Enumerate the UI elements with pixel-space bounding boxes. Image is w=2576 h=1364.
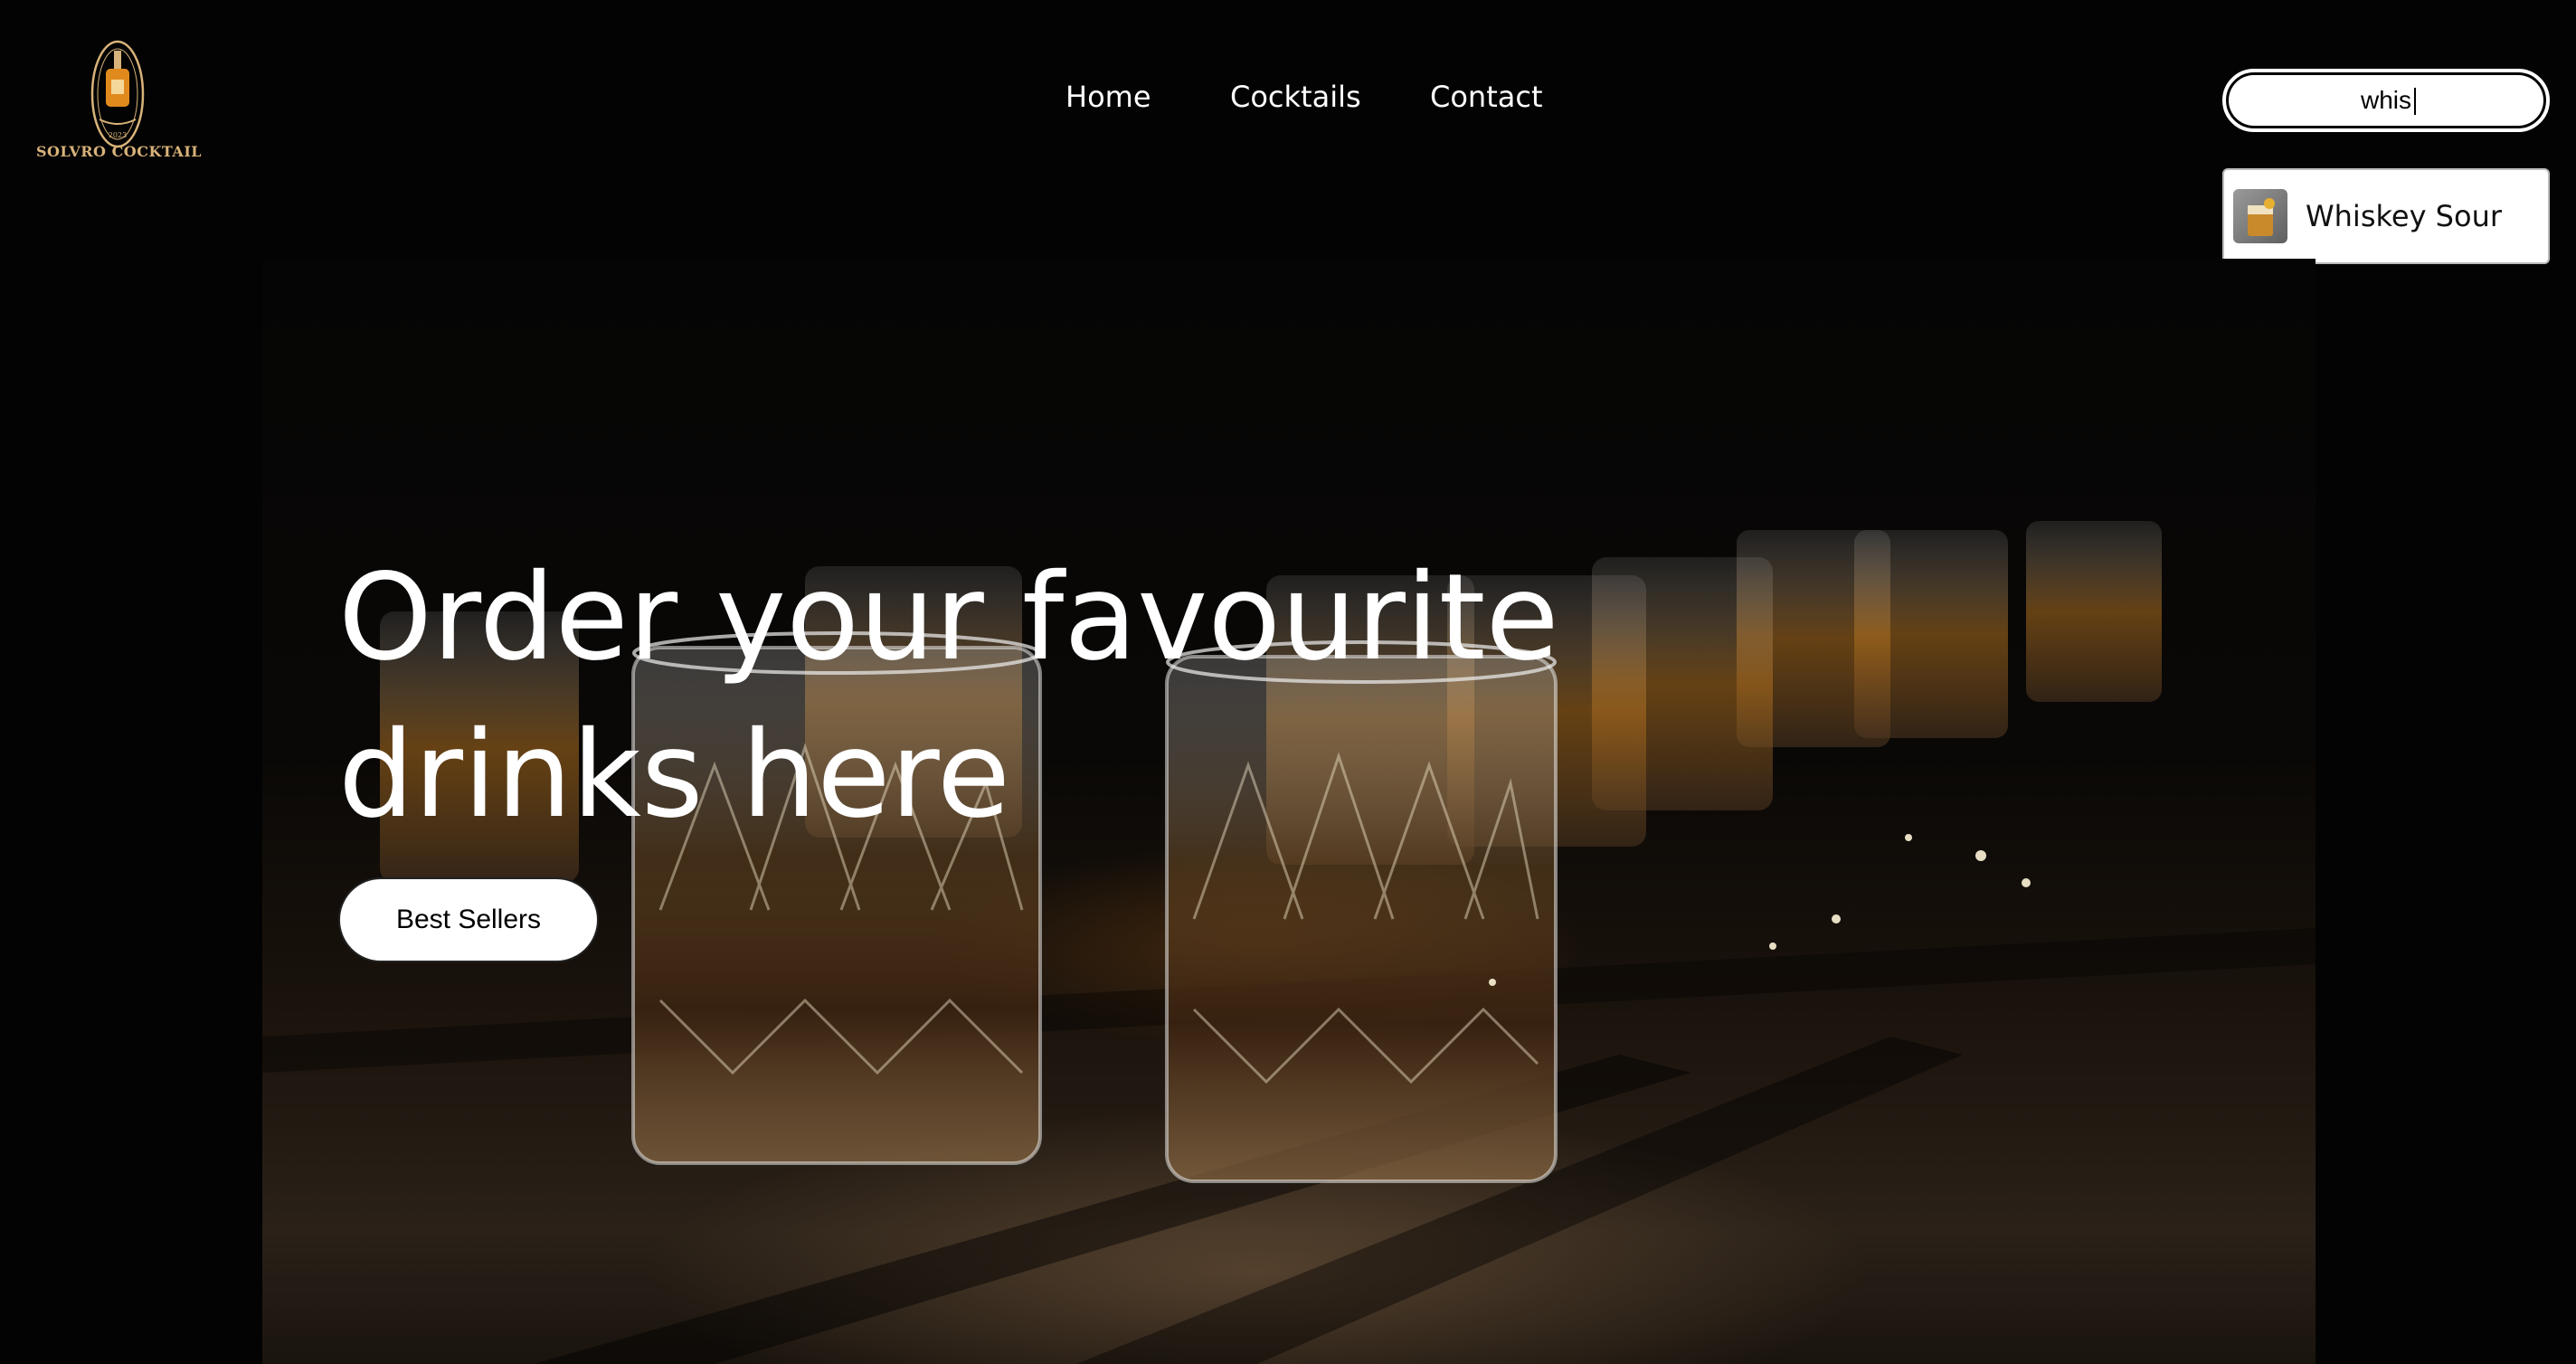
svg-text:2023: 2023 [109,131,127,139]
nav-cocktails-link[interactable]: Cocktails [1230,80,1361,114]
hero-headline-line-1: Order your favourite [338,548,1559,687]
whiskey-bottle-icon: 2023 [90,40,145,148]
brand-logo[interactable]: 2023 SOLVRO COCKTAIL [36,38,202,160]
brand-logo-text: SOLVRO COCKTAIL [36,143,203,160]
suggestion-label: Whiskey Sour [2306,199,2502,233]
search-suggestion-item[interactable]: Whiskey Sour [2222,168,2550,264]
nav-contact-link[interactable]: Contact [1430,80,1543,114]
text-caret [2414,88,2416,115]
hero-headline: Order your favourite drinks here [338,539,1559,854]
nav-home-link[interactable]: Home [1065,80,1151,114]
search-box [2222,69,2550,132]
cocktail-thumbnail [2233,189,2287,243]
hero-headline-line-2: drinks here [338,706,1011,845]
search-input[interactable] [2229,75,2543,126]
best-sellers-button[interactable]: Best Sellers [338,877,599,962]
